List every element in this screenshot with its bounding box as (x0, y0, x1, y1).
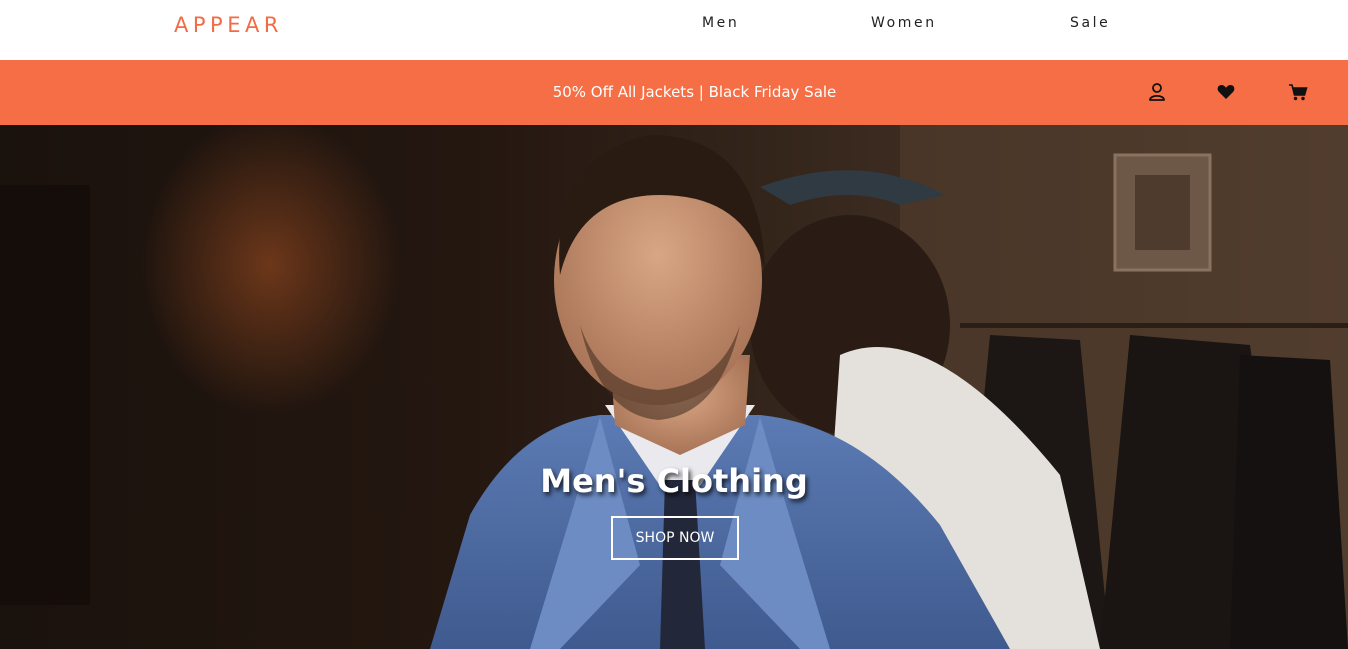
hero-image (0, 125, 1348, 649)
shop-now-button[interactable]: SHOP NOW (611, 516, 739, 560)
top-nav: APPEAR Men Women Sale (0, 0, 1348, 60)
promo-text: 50% Off All Jackets | Black Friday Sale (552, 83, 837, 101)
cart-icon[interactable] (1288, 82, 1308, 102)
hero-title: Men's Clothing (540, 462, 808, 500)
heart-icon[interactable] (1216, 82, 1236, 102)
nav-link-men[interactable]: Men (702, 15, 739, 31)
brand-logo[interactable]: APPEAR (174, 13, 283, 37)
hero-banner: Men's Clothing SHOP NOW (0, 125, 1348, 649)
nav-link-sale[interactable]: Sale (1070, 15, 1110, 31)
nav-link-women[interactable]: Women (871, 15, 937, 31)
user-icon[interactable] (1147, 82, 1167, 102)
promo-bar: 50% Off All Jackets | Black Friday Sale (0, 60, 1348, 125)
